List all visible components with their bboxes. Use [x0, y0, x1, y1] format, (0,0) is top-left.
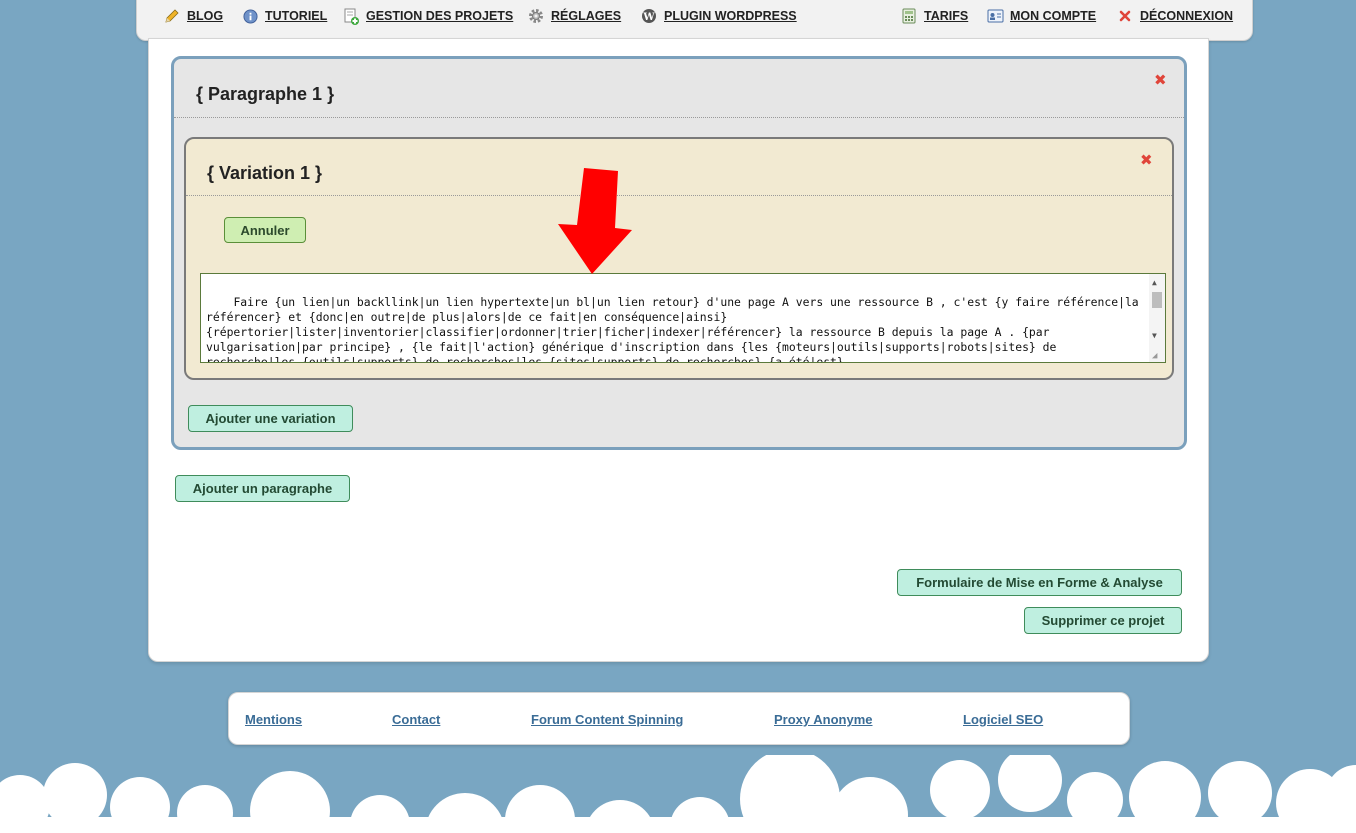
nav-tarifs-label: TARIFS	[924, 9, 969, 23]
footer: Mentions Contact Forum Content Spinning …	[228, 692, 1130, 745]
nav-plugin-label: PLUGIN WORDPRESS	[664, 9, 797, 23]
delete-variation-icon[interactable]: ✖	[1140, 153, 1153, 168]
paragraph-box: { Paragraphe 1 } ✖ { Variation 1 } ✖ Ann…	[171, 56, 1187, 450]
variation-text-content: Faire {un lien|un backllink|un lien hype…	[206, 295, 1139, 363]
nav-plugin-wordpress[interactable]: W PLUGIN WORDPRESS	[640, 7, 797, 25]
paragraph-divider	[174, 117, 1184, 118]
footer-link-mentions[interactable]: Mentions	[245, 712, 302, 727]
nav-deconnexion[interactable]: DÉCONNEXION	[1116, 7, 1233, 25]
nav-mon-compte[interactable]: MON COMPTE	[986, 7, 1096, 25]
paragraph-title: { Paragraphe 1 }	[196, 84, 335, 104]
footer-link-forum[interactable]: Forum Content Spinning	[531, 712, 683, 727]
nav-blog[interactable]: BLOG	[163, 7, 223, 25]
nav-tutoriel[interactable]: TUTORIEL	[241, 7, 327, 25]
add-paragraph-button[interactable]: Ajouter un paragraphe	[175, 475, 350, 502]
nav-reglages-label: RÉGLAGES	[551, 9, 622, 23]
resize-handle-icon[interactable]: ◢	[1152, 352, 1157, 361]
nav-tarifs[interactable]: TARIFS	[900, 7, 968, 25]
close-icon	[1116, 7, 1134, 25]
delete-paragraph-icon[interactable]: ✖	[1154, 73, 1167, 88]
footer-link-proxy[interactable]: Proxy Anonyme	[774, 712, 873, 727]
variation-title: { Variation 1 }	[207, 163, 323, 183]
red-arrow-annotation	[558, 168, 632, 274]
top-navigation: BLOG TUTORIEL GESTION DES PROJETS RÉGLAG…	[136, 0, 1253, 41]
variation-divider	[186, 195, 1172, 196]
nav-tutoriel-label: TUTORIEL	[265, 9, 328, 23]
nav-gestion-label: GESTION DES PROJETS	[366, 9, 514, 23]
nav-blog-label: BLOG	[187, 9, 224, 23]
add-variation-button[interactable]: Ajouter une variation	[188, 405, 353, 432]
nav-gestion-projets[interactable]: GESTION DES PROJETS	[342, 7, 513, 25]
footer-link-logiciel[interactable]: Logiciel SEO	[963, 712, 1043, 727]
delete-project-button[interactable]: Supprimer ce projet	[1024, 607, 1182, 634]
id-card-icon	[986, 7, 1004, 25]
pencil-icon	[163, 7, 181, 25]
scroll-down-icon[interactable]: ▼	[1152, 332, 1157, 340]
nav-deconnexion-label: DÉCONNEXION	[1140, 9, 1234, 23]
scroll-up-icon[interactable]: ▲	[1152, 279, 1157, 287]
gear-icon	[527, 7, 545, 25]
svg-text:W: W	[642, 12, 655, 23]
info-icon	[241, 7, 259, 25]
variation-textarea-wrapper: Faire {un lien|un backllink|un lien hype…	[200, 273, 1166, 363]
formatting-analysis-button[interactable]: Formulaire de Mise en Forme & Analyse	[897, 569, 1182, 596]
nav-compte-label: MON COMPTE	[1010, 9, 1097, 23]
footer-link-contact[interactable]: Contact	[392, 712, 440, 727]
textarea-scrollbar[interactable]: ▲ ▼ ◢	[1149, 274, 1165, 362]
clouds-decoration	[0, 755, 1356, 833]
nav-reglages[interactable]: RÉGLAGES	[527, 7, 621, 25]
scroll-thumb[interactable]	[1152, 292, 1162, 308]
cancel-button[interactable]: Annuler	[224, 217, 306, 243]
wordpress-icon: W	[640, 7, 658, 25]
variation-text-input[interactable]: Faire {un lien|un backllink|un lien hype…	[200, 273, 1166, 363]
calculator-icon	[900, 7, 918, 25]
add-document-icon	[342, 7, 360, 25]
